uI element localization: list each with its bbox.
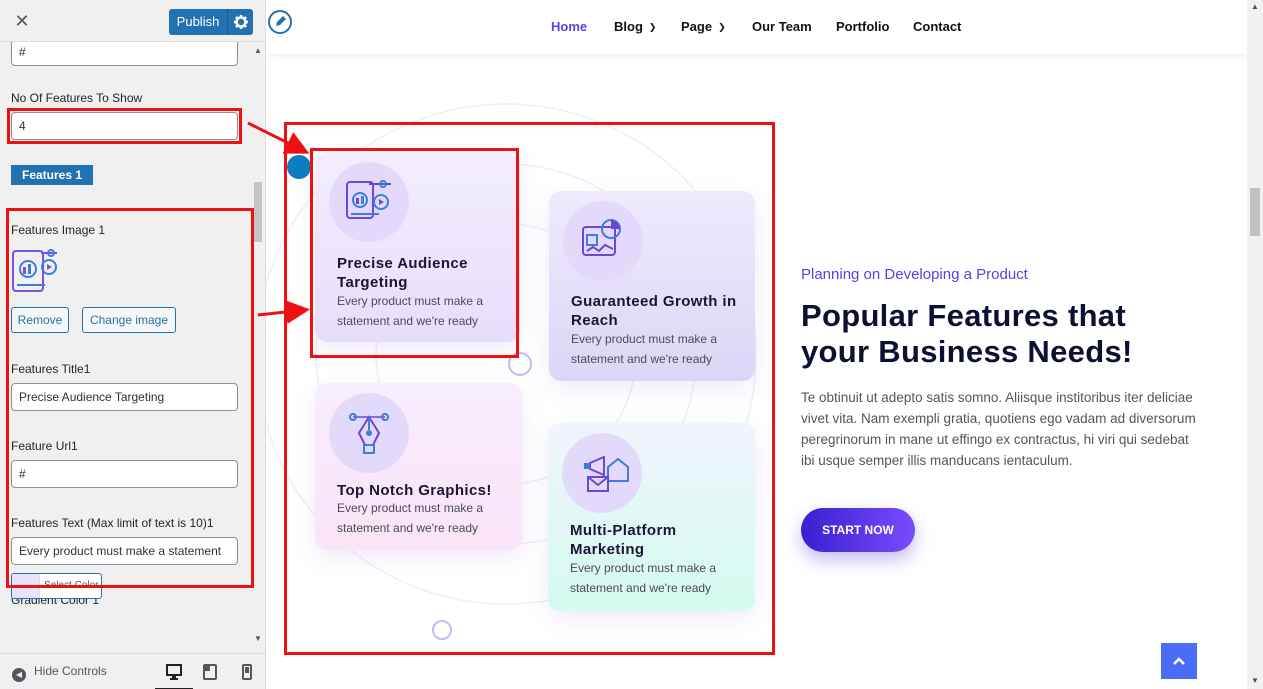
nav-page-label: Page [681, 19, 713, 34]
nav-page[interactable]: Page ❯ [681, 19, 726, 34]
tablet-icon[interactable] [200, 662, 220, 682]
customizer-footer: ◀ Hide Controls [0, 653, 265, 689]
start-now-button[interactable]: START NOW [801, 508, 915, 552]
chevron-down-icon: ❯ [718, 22, 726, 32]
close-icon[interactable]: ✕ [12, 10, 32, 32]
hide-controls-button[interactable]: ◀ Hide Controls [12, 664, 107, 682]
scroll-down-icon[interactable]: ▼ [1251, 676, 1259, 685]
mobile-icon[interactable] [237, 662, 257, 682]
section-paragraph: Te obtinuit ut adepto satis somno. Aliis… [801, 390, 1196, 468]
desktop-icon[interactable] [155, 662, 193, 689]
section-eyebrow: Planning on Developing a Product [801, 266, 1028, 283]
annotation-box [310, 148, 519, 358]
scroll-up-icon[interactable]: ▲ [254, 46, 262, 55]
preview-scrollbar[interactable]: ▲ ▼ [1247, 0, 1263, 689]
back-to-top-button[interactable] [1161, 643, 1197, 679]
annotation-box [7, 108, 242, 144]
nav-contact[interactable]: Contact [913, 19, 961, 34]
nav-blog-label: Blog [614, 19, 643, 34]
hide-controls-label: Hide Controls [34, 664, 107, 678]
no-of-features-label: No Of Features To Show [11, 91, 143, 105]
nav-home[interactable]: Home [551, 19, 587, 34]
chevron-down-icon: ❯ [648, 22, 657, 32]
section-headline: Popular Features that your Business Need… [801, 298, 1133, 369]
scroll-down-icon[interactable]: ▼ [254, 634, 262, 643]
scrollbar-thumb[interactable] [1250, 188, 1260, 236]
gear-icon[interactable] [227, 9, 253, 35]
annotation-arrows [247, 121, 310, 324]
collapse-arrow-icon: ◀ [12, 668, 26, 682]
edit-pencil-icon[interactable] [268, 10, 292, 34]
annotation-box [6, 208, 254, 588]
previous-url-field[interactable] [11, 42, 238, 66]
customizer-header: ✕ Publish [0, 0, 265, 42]
nav-our-team[interactable]: Our Team [752, 19, 812, 34]
nav-portfolio[interactable]: Portfolio [836, 19, 889, 34]
features-section-heading[interactable]: Features 1 [11, 165, 93, 185]
scroll-up-icon[interactable]: ▲ [1251, 2, 1259, 11]
publish-button[interactable]: Publish [169, 9, 227, 35]
site-header: Home Blog ❯ Page ❯ Our Team Portfolio Cont… [266, 0, 1247, 54]
nav-blog[interactable]: Blog ❯ [614, 19, 656, 34]
